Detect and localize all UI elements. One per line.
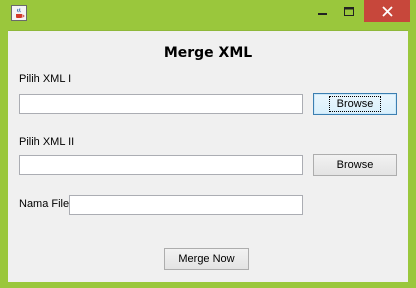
form-panel: Merge XML Pilih XML I Browse Pilih XML I… [8, 30, 408, 282]
xml1-path-field[interactable] [19, 94, 303, 114]
java-cup-icon [11, 5, 27, 21]
merge-now-button[interactable]: Merge Now [164, 248, 249, 270]
xml2-path-field[interactable] [19, 155, 303, 175]
xml2-label: Pilih XML II [19, 136, 75, 148]
close-icon [381, 2, 393, 21]
maximize-button[interactable] [336, 0, 362, 22]
filename-label: Nama File [19, 198, 70, 210]
browse-xml2-button[interactable]: Browse [313, 154, 397, 176]
window-titlebar [0, 0, 416, 28]
filename-field[interactable] [69, 195, 303, 215]
form-title: Merge XML [163, 45, 253, 61]
minimize-button[interactable] [310, 0, 336, 22]
browse-xml1-label: Browse [328, 96, 382, 112]
minimize-icon [318, 2, 328, 21]
xml1-label: Pilih XML I [19, 73, 72, 85]
close-button[interactable] [364, 0, 410, 22]
browse-xml1-button[interactable]: Browse [313, 93, 397, 115]
maximize-icon [343, 2, 355, 21]
